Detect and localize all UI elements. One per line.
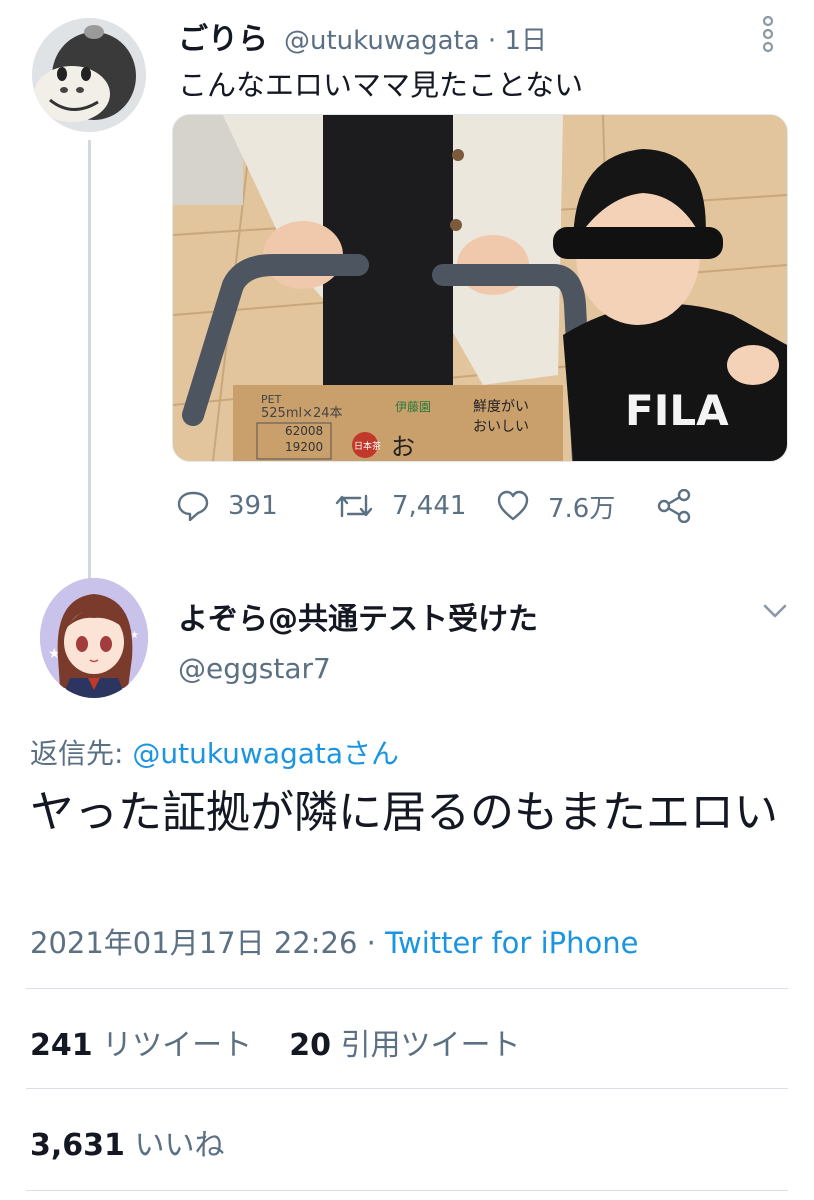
reply-text: ヤった証拠が隣に居るのもまたエロい [30, 787, 778, 838]
quotes-count: 20 [289, 1028, 332, 1063]
retweet-count: 7,441 [392, 491, 467, 521]
timestamp-separator: · [366, 926, 376, 960]
heart-icon [497, 490, 529, 521]
box-hiragana-text: お [391, 433, 415, 461]
reply-author-name[interactable]: よぞら@共通テスト受けた [178, 594, 538, 638]
box-copy2-text: おいしい [473, 419, 529, 435]
like-count: 7.6万 [548, 493, 616, 524]
retweets-count: 241 [30, 1028, 93, 1063]
likes-stat[interactable]: 3,631 いいね [30, 1120, 224, 1164]
box-code2-text: 19200 [285, 440, 323, 454]
retweets-label: リツイート [102, 1028, 253, 1063]
divider [26, 1190, 788, 1191]
author-meta: @utukuwagata · 1日 [284, 20, 547, 57]
likes-label: いいね [134, 1128, 225, 1163]
reply-count: 391 [228, 491, 278, 521]
tweet-photo[interactable]: PET 525ml×24本 62008 19200 伊藤園 日本茶 お 鮮度がい… [172, 114, 788, 462]
quotes-label: 引用ツイート [340, 1028, 521, 1063]
reply-icon [177, 491, 209, 522]
box-pet-text: PET [261, 393, 282, 406]
box-brand-text: 伊藤園 [395, 400, 431, 414]
replying-to: 返信先: @utukuwagataさん [30, 732, 399, 772]
likes-count: 3,631 [30, 1128, 125, 1163]
reply-author-handle[interactable]: @eggstar7 [178, 652, 331, 685]
replying-to-label: 返信先: [30, 737, 124, 770]
divider [26, 1088, 788, 1089]
reply-timestamp-row: 2021年01月17日 22:26 · Twitter for iPhone [30, 920, 638, 962]
like-action[interactable]: 7.6万 [496, 486, 615, 526]
divider [26, 988, 788, 989]
retweet-icon [335, 494, 373, 518]
share-icon [657, 489, 691, 523]
quotes-stat[interactable]: 20 引用ツイート [289, 1028, 520, 1063]
box-stamp-text: 日本茶 [354, 440, 381, 452]
thread-connector-line [88, 140, 91, 580]
share-action[interactable] [656, 486, 710, 526]
more-options-icon[interactable] [760, 16, 776, 52]
engagement-row: 241 リツイート 20 引用ツイート [30, 1020, 521, 1064]
author-handle[interactable]: @utukuwagata [284, 26, 480, 56]
gorilla-avatar-image [32, 18, 146, 132]
chevron-down-icon[interactable] [762, 602, 788, 620]
replying-to-link[interactable]: @utukuwagataさん [132, 737, 399, 770]
reply-timestamp[interactable]: 2021年01月17日 22:26 [30, 926, 357, 960]
shirt-text: FILA [625, 386, 729, 435]
box-copy1-text: 鮮度がい [473, 399, 529, 415]
author-name[interactable]: ごりら [178, 14, 268, 58]
anime-girl-avatar-image: ★ ★ [40, 578, 148, 698]
retweet-action[interactable]: 7,441 [334, 486, 466, 526]
retweets-stat[interactable]: 241 リツイート [30, 1028, 262, 1063]
box-code1-text: 62008 [285, 424, 323, 438]
author-avatar[interactable] [32, 18, 146, 132]
photo-illustration: PET 525ml×24本 62008 19200 伊藤園 日本茶 お 鮮度がい… [173, 115, 787, 461]
box-size-text: 525ml×24本 [261, 406, 343, 421]
tweet-source-link[interactable]: Twitter for iPhone [385, 926, 638, 960]
tweet-text: こんなエロいママ見たことない [178, 68, 584, 102]
meta-separator: · [487, 26, 497, 56]
reply-author-avatar[interactable]: ★ ★ [40, 578, 148, 698]
reply-action[interactable]: 391 [176, 486, 278, 526]
tweet-time[interactable]: 1日 [504, 26, 547, 56]
